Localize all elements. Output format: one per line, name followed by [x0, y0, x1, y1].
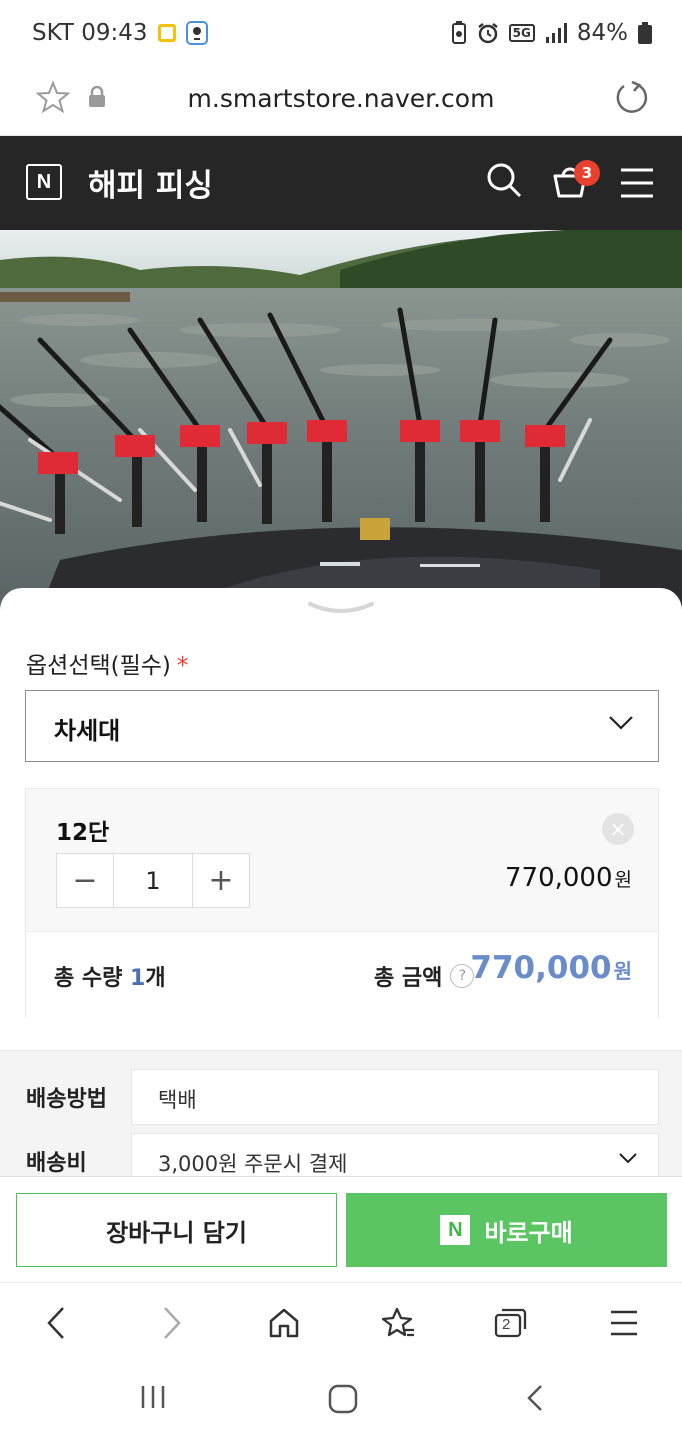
shipping-method-value: 택배: [158, 1088, 197, 1112]
option-selected-value: 차세대: [54, 717, 121, 745]
battery-saver-icon: [451, 21, 466, 44]
chevron-down-icon: [619, 1153, 637, 1164]
total-amount-value: 770,000: [470, 950, 612, 986]
arrow-left-icon: [47, 1307, 64, 1339]
arrow-right-icon: [164, 1307, 181, 1339]
store-name[interactable]: 해피 피싱: [88, 160, 213, 205]
npay-icon: N: [440, 1215, 471, 1245]
search-icon[interactable]: [486, 162, 522, 200]
shipping-method-label: 배송방법: [26, 1087, 107, 1112]
browser-menu-button[interactable]: [604, 1303, 644, 1343]
fishing-rods-photo: [0, 230, 682, 610]
reload-icon[interactable]: [614, 80, 648, 116]
screen: SKT 09:43 5G 84% m.smartstore.naver.com …: [0, 0, 682, 1440]
forward-button[interactable]: [152, 1303, 192, 1343]
total-amount: 770,000 원: [470, 950, 632, 986]
back-button[interactable]: [36, 1303, 76, 1343]
total-amount-currency: 원: [613, 959, 632, 983]
collapse-handle-icon[interactable]: [308, 600, 374, 620]
product-image[interactable]: [0, 230, 682, 610]
naver-logo[interactable]: N: [26, 164, 62, 200]
total-amount-label-text: 총 금액: [374, 966, 443, 991]
item-price-currency: 원: [614, 869, 632, 891]
purchase-action-bar: 장바구니 담기 N 바로구매: [0, 1176, 682, 1282]
option-label: 옵션선택(필수) *: [26, 646, 188, 680]
shipping-fee-label: 배송비: [26, 1151, 87, 1176]
option-sheet: 옵션선택(필수) * 차세대 12단 × − 1 + 770,000 원 총 수량 …: [0, 588, 682, 1190]
remove-item-button[interactable]: ×: [602, 813, 634, 845]
increase-quantity-button[interactable]: +: [193, 854, 249, 907]
notification-icon: [157, 24, 176, 42]
total-amount-label: 총 금액?: [374, 960, 475, 992]
browser-url-bar: m.smartstore.naver.com: [0, 66, 682, 136]
battery-percent: 84%: [576, 20, 628, 46]
system-navigation-bar: [0, 1362, 682, 1440]
total-quantity-value: 1: [130, 966, 146, 991]
buy-now-label: 바로구매: [484, 1218, 573, 1247]
url-text[interactable]: m.smartstore.naver.com: [0, 84, 682, 113]
quantity-stepper: − 1 +: [56, 853, 250, 908]
home-nav-icon[interactable]: [328, 1384, 358, 1414]
signal-icon: [545, 23, 567, 43]
recent-apps-icon[interactable]: [140, 1384, 166, 1410]
battery-icon: [638, 22, 652, 44]
selected-item-card: 12단 × − 1 + 770,000 원 총 수량 1개 총 금액? 770,0…: [25, 788, 659, 1018]
back-nav-icon[interactable]: [526, 1384, 544, 1412]
decrease-quantity-button[interactable]: −: [57, 854, 113, 907]
shipping-method-field: 택배: [131, 1069, 659, 1125]
option-label-text: 옵션선택(필수): [26, 653, 171, 679]
total-quantity: 총 수량 1개: [54, 960, 166, 992]
alarm-icon: [477, 23, 498, 44]
home-button[interactable]: [264, 1303, 304, 1343]
tabs-button[interactable]: 2: [490, 1303, 530, 1343]
required-mark: *: [176, 653, 189, 679]
shipping-fee-value: 3,000원 주문시 결제: [158, 1152, 348, 1176]
buy-now-button[interactable]: N 바로구매: [346, 1193, 667, 1267]
chevron-down-icon: [609, 716, 633, 730]
order-totals: 총 수량 1개 총 금액? 770,000 원: [26, 931, 658, 1018]
carrier-time: SKT 09:43: [32, 20, 148, 46]
menu-icon: [611, 1310, 637, 1336]
total-quantity-suffix: 개: [145, 966, 166, 991]
browser-toolbar: 2: [0, 1282, 682, 1362]
bookmarks-star-icon: [381, 1307, 414, 1337]
tab-count: 2: [502, 1316, 511, 1333]
location-icon: [185, 21, 208, 45]
selected-item-name: 12단: [56, 820, 110, 846]
cart-count-badge: 3: [574, 160, 600, 186]
network-type: 5G: [508, 24, 535, 42]
home-icon: [269, 1308, 299, 1338]
total-quantity-prefix: 총 수량: [54, 966, 131, 991]
menu-icon[interactable]: [620, 168, 654, 198]
add-to-cart-button[interactable]: 장바구니 담기: [16, 1193, 337, 1267]
shipping-section: 배송방법 택배 배송비 3,000원 주문시 결제: [0, 1050, 682, 1190]
quantity-input[interactable]: 1: [113, 854, 193, 907]
option-select[interactable]: 차세대: [25, 690, 659, 762]
item-price-value: 770,000: [504, 863, 613, 893]
bookmarks-button[interactable]: [378, 1303, 418, 1343]
status-bar: SKT 09:43 5G 84%: [0, 0, 682, 66]
item-price: 770,000 원: [505, 863, 632, 893]
